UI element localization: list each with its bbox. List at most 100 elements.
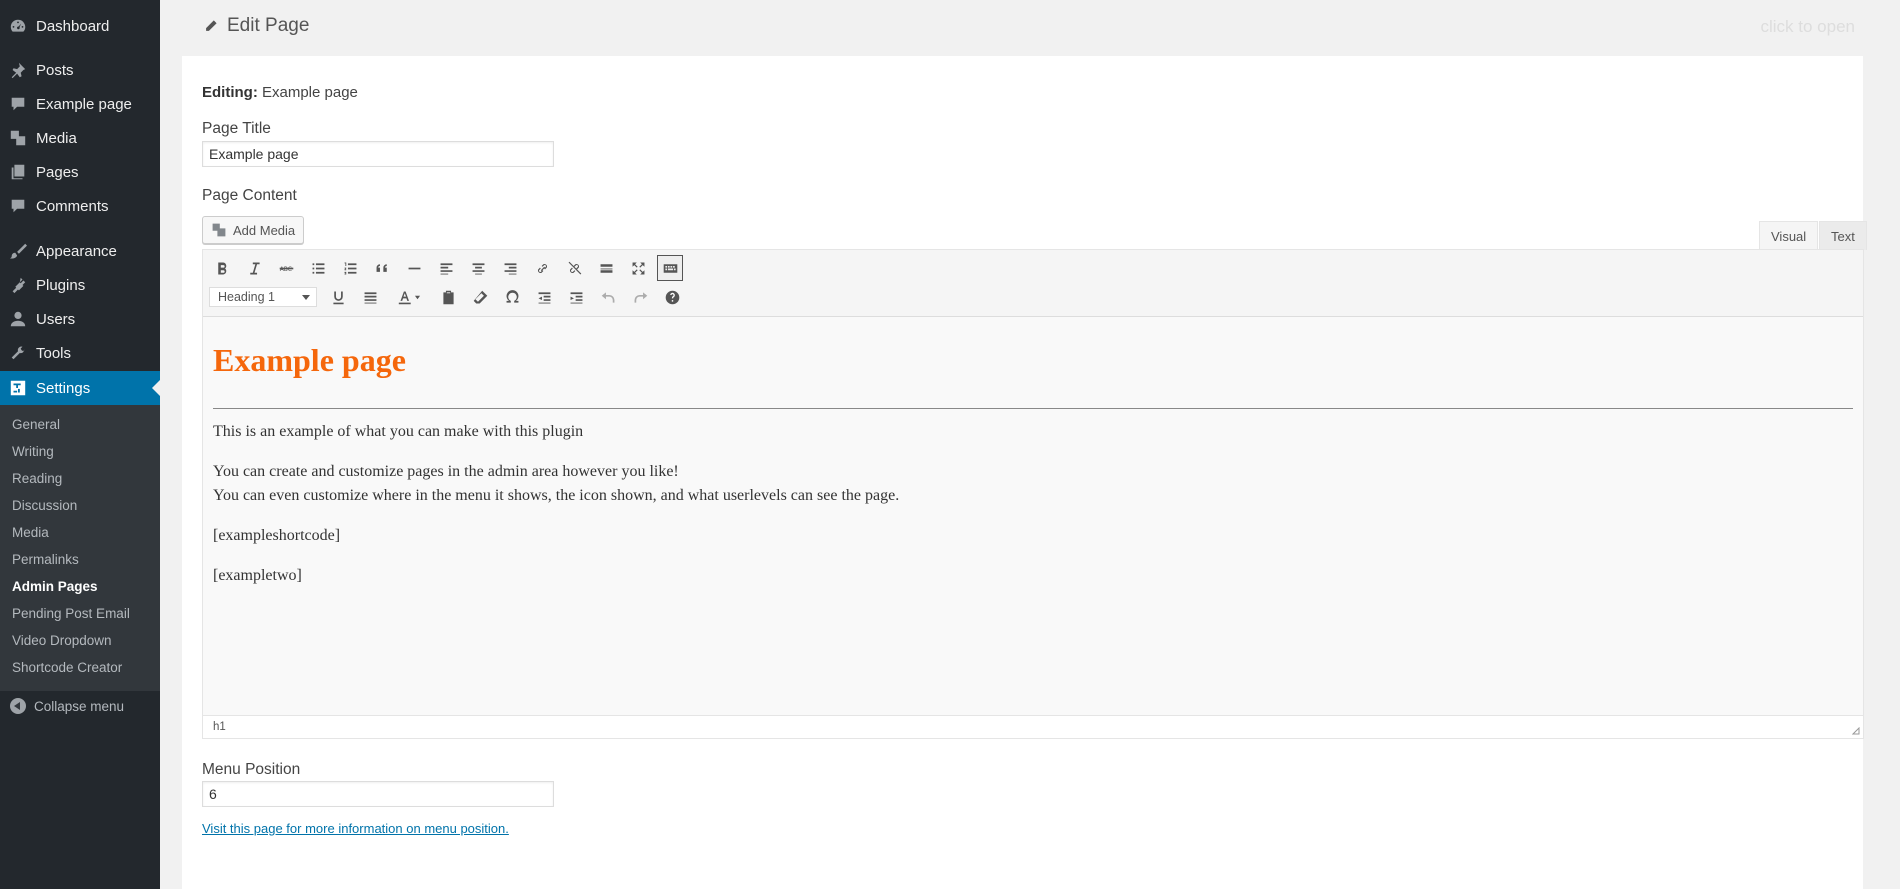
submenu-admin-pages[interactable]: Admin Pages — [12, 579, 98, 594]
current-indicator — [152, 380, 160, 396]
collapse-menu-button[interactable]: Collapse menu — [10, 698, 124, 714]
collapse-label: Collapse menu — [34, 698, 125, 714]
submenu-discussion[interactable]: Discussion — [12, 498, 77, 513]
tab-visual[interactable]: Visual — [1759, 221, 1819, 250]
read-more-button[interactable] — [593, 255, 619, 281]
help-button[interactable] — [659, 284, 685, 310]
rich-text-editor: ABC Heading 1 Example page This is an ex… — [202, 249, 1864, 739]
text-color-button[interactable] — [389, 284, 429, 310]
bulleted-list-button[interactable] — [305, 255, 331, 281]
comment-icon — [0, 87, 36, 121]
menu-item-appearance[interactable]: Appearance — [0, 234, 160, 268]
menu-item-example-page[interactable]: Example page — [0, 87, 160, 121]
clear-formatting-button[interactable] — [467, 284, 493, 310]
submenu-media[interactable]: Media — [12, 525, 49, 540]
link-icon — [537, 263, 547, 273]
content-paragraph: This is an example of what you can make … — [213, 423, 584, 440]
menu-position-input[interactable]: 6 — [202, 781, 554, 807]
remove-link-button[interactable] — [561, 255, 587, 281]
menu-label: Posts — [36, 61, 74, 79]
menu-item-media[interactable]: Media — [0, 121, 160, 155]
underline-icon — [332, 291, 344, 304]
menu-item-pages[interactable]: Pages — [0, 155, 160, 189]
edit-panel: Editing: Example page Page Title Example… — [182, 56, 1867, 889]
content-paragraph: [exampletwo] — [213, 567, 302, 584]
italic-button[interactable] — [241, 255, 267, 281]
add-media-button[interactable]: Add Media — [202, 216, 305, 244]
element-path[interactable]: h1 — [213, 721, 226, 733]
page-title-input[interactable]: Example page — [202, 141, 554, 167]
content-paragraph: You can create and customize pages in th… — [213, 463, 679, 480]
numbered-list-icon — [344, 262, 356, 274]
menu-label: Users — [36, 310, 76, 328]
fullscreen-button[interactable] — [625, 255, 651, 281]
wrench-icon — [0, 336, 36, 370]
special-character-button[interactable] — [499, 284, 525, 310]
comment-icon — [0, 189, 36, 223]
menu-item-settings[interactable]: Settings — [0, 371, 160, 405]
click-to-open-toggle[interactable]: click to open — [1761, 17, 1856, 37]
menu-item-tools[interactable]: Tools — [0, 336, 160, 370]
horizontal-line-button[interactable] — [401, 255, 427, 281]
page-title: Edit Page — [204, 15, 309, 37]
justify-button[interactable] — [357, 284, 383, 310]
redo-button[interactable] — [627, 284, 653, 310]
content-paragraph: You can even customize where in the menu… — [213, 487, 900, 504]
pin-icon — [0, 53, 36, 87]
menu-label: Media — [36, 129, 77, 147]
user-icon — [0, 302, 36, 336]
submenu-permalinks[interactable]: Permalinks — [12, 552, 79, 567]
paste-text-button[interactable] — [435, 284, 461, 310]
menu-item-posts[interactable]: Posts — [0, 53, 160, 87]
keyboard-icon — [663, 263, 677, 273]
submenu-video-dropdown[interactable]: Video Dropdown — [12, 633, 112, 648]
indent-button[interactable] — [563, 284, 589, 310]
resize-handle-icon[interactable] — [1852, 727, 1860, 735]
pages-icon — [0, 155, 36, 189]
align-left-button[interactable] — [433, 255, 459, 281]
undo-icon — [601, 291, 614, 303]
page-header: Edit Page click to open — [182, 0, 1900, 56]
submenu-writing[interactable]: Writing — [12, 444, 54, 459]
format-select[interactable]: Heading 1 — [209, 287, 317, 307]
align-right-button[interactable] — [497, 255, 523, 281]
menu-label: Tools — [36, 344, 72, 362]
underline-button[interactable] — [325, 284, 351, 310]
strikethrough-button[interactable]: ABC — [273, 255, 299, 281]
menu-item-users[interactable]: Users — [0, 302, 160, 336]
insert-link-button[interactable] — [529, 255, 555, 281]
editor-content[interactable]: Example page This is an example of what … — [203, 317, 1863, 715]
align-left-icon — [440, 262, 452, 274]
bulleted-list-icon — [312, 262, 324, 274]
omega-icon — [506, 289, 518, 303]
submenu-pending-post-email[interactable]: Pending Post Email — [12, 606, 130, 621]
undo-button[interactable] — [595, 284, 621, 310]
chevron-down-icon — [302, 295, 310, 300]
numbered-list-button[interactable] — [337, 255, 363, 281]
menu-label: Plugins — [36, 276, 86, 294]
tab-text[interactable]: Text — [1819, 221, 1867, 250]
outdent-icon — [538, 291, 550, 303]
page-title-label: Page Title — [202, 120, 271, 137]
dashboard-icon — [0, 9, 36, 43]
menu-position-info-link[interactable]: Visit this page for more information on … — [202, 821, 509, 836]
submenu-general[interactable]: General — [12, 417, 60, 432]
menu-item-comments[interactable]: Comments — [0, 189, 160, 223]
menu-item-plugins[interactable]: Plugins — [0, 268, 160, 302]
submenu-shortcode-creator[interactable]: Shortcode Creator — [12, 660, 122, 675]
bold-button[interactable] — [209, 255, 235, 281]
read-more-icon — [600, 263, 612, 273]
italic-icon — [249, 262, 260, 274]
toolbar-toggle-button[interactable] — [657, 255, 683, 281]
menu-item-dashboard[interactable]: Dashboard — [0, 9, 160, 43]
outdent-button[interactable] — [531, 284, 557, 310]
redo-icon — [634, 291, 647, 303]
align-center-button[interactable] — [465, 255, 491, 281]
submenu-reading[interactable]: Reading — [12, 471, 62, 486]
media-icon — [212, 223, 226, 237]
blockquote-button[interactable] — [369, 255, 395, 281]
fullscreen-icon — [632, 262, 644, 274]
editing-label: Editing: — [202, 84, 258, 101]
editor-toolbar: ABC Heading 1 — [203, 250, 1863, 317]
media-icon — [0, 121, 36, 155]
